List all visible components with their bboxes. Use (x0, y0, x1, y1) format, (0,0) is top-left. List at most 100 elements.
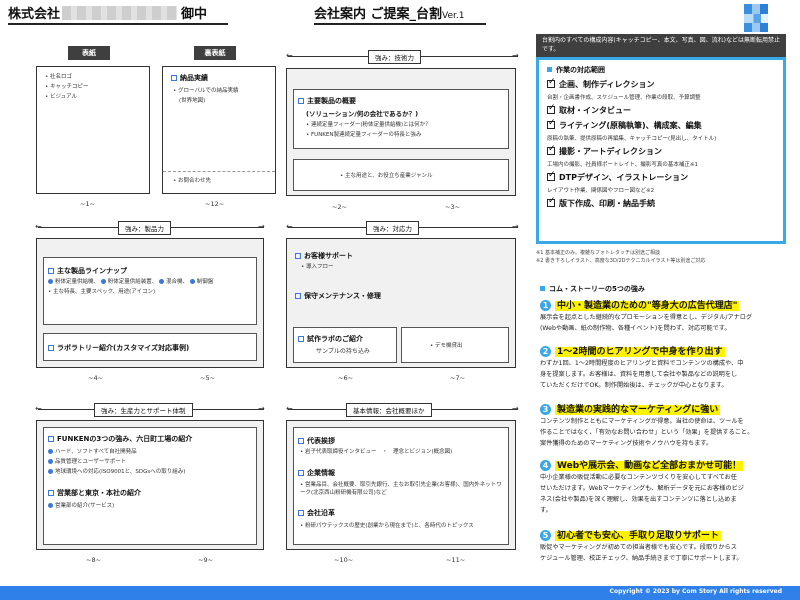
version-label: Ver.1 (442, 11, 465, 21)
checkbox-icon (547, 196, 556, 207)
arrow-left-icon: ← (286, 51, 293, 60)
spread-4: お客様サポート • 導入フロー 保守メンテナンス・修理 試作ラボのご紹介 サンプ… (286, 238, 516, 368)
arrow-left-icon: ← (286, 222, 293, 231)
cover-item: • 社名ロゴ (45, 74, 73, 80)
section-heading: 保守メンテナンス・修理 (295, 291, 381, 301)
list-item: • 営業品目、会社概要、取引先銀行、主なお取引先企業(お客様)、国内外ネットワー… (300, 482, 502, 496)
checkbox-icon (547, 118, 556, 129)
spread-5: FUNKENの3つの強み、六日町工場の紹介 ハード、ソフトすべて自社開発品 品質… (36, 420, 264, 550)
page-number: ~1~ (80, 200, 96, 208)
laboratory-box: ラボラトリー紹介(カスタマイズ対応事例) (43, 333, 257, 361)
back-item: • グローバルでの納品実績 (173, 88, 239, 94)
checkbox-icon (547, 170, 556, 181)
spread-2: 主要製品の概要 (ソリューション/何の会社であるか？) • 連続定量フィーダー(… (286, 68, 516, 196)
page-number: ~10~ (334, 556, 354, 564)
strength-heading: 1 中小・製造業のための"等身大の広告代理店" (540, 298, 740, 311)
strength-heading: 5 初心者でも安心、手取り足取りサポート (540, 528, 722, 541)
title-underline (314, 23, 486, 25)
section-heading: 営業部と東京・本社の紹介 (48, 488, 141, 498)
strength-body: 中小企業様の販促活動に必要なコンテンツづくりを安心してすべてお任 せいただけます。… (540, 474, 744, 514)
redacted-name (62, 6, 178, 20)
page-number: ~8~ (86, 556, 102, 564)
scope-item: 版下作成、印刷・納品手続 (547, 196, 775, 209)
section-heading: 企業情報 (298, 468, 335, 478)
page-number: ~12~ (205, 200, 225, 208)
footnote: ※1 基本補正のみ。複雑なフォトレタッチは別途ご相談 (536, 250, 660, 256)
list-item: 営業部の紹介(サービス) (48, 502, 114, 510)
scope-desc: 原稿の執筆、提供原稿の再編集、キャッチコピー(見出し、タイトル) (547, 136, 717, 142)
page-number: ~3~ (445, 203, 461, 211)
strength-body: 展示会を起点とした継続的なプロモーションを得意とし、デジタル/アナログ (Webや… (540, 314, 753, 332)
arrow-left-icon: ← (286, 404, 293, 413)
section-heading: 主要製品の概要 (298, 96, 356, 106)
section-heading: 試作ラボのご紹介 (298, 334, 363, 344)
footnote: ※2 書き下ろしイラスト、高度な3D/2Dテクニカルイラスト等は別途ご対応 (536, 258, 706, 264)
section-heading: お客様サポート (295, 251, 353, 261)
company-info-box: 代表挨拶 • 岩子代表取締役インタビュー ・ 理念とビジョン(概念図) 企業情報… (293, 427, 509, 545)
list-item: 品質管理とユーザーサポート (48, 458, 126, 466)
product-overview-box: 主要製品の概要 (ソリューション/何の会社であるか？) • 連続定量フィーダー(… (293, 89, 509, 149)
copyright-notice: 台割内のすべての構成内容(キャッチコピー、本文、写真、図、流れ)などは無断転用禁… (536, 34, 786, 58)
page-number: ~7~ (450, 374, 466, 382)
scope-item: 企画、制作ディレクション (547, 77, 775, 90)
arrow-left-icon: ← (35, 222, 42, 231)
scope-item: 取材・インタビュー (547, 103, 775, 116)
list-item: • 主な用途と、お役立ち産業ジャンル (340, 173, 433, 179)
scope-desc: 台割・企画書作成、スケジュール管理、作業の段取、予算調整 (547, 95, 701, 101)
logo-mosaic (744, 4, 768, 32)
scope-title: 作業の対応範囲 (547, 65, 775, 75)
scope-desc: レイアウト作業、関係図やフロー図など※2 (547, 188, 655, 194)
back-contact: • お問合わせ先 (173, 178, 212, 184)
arrow-left-icon: ← (35, 404, 42, 413)
strength-body: わずか1回、1〜2時間程度のヒアリングと資料でコンテンツの構成や、中 身を提案しま… (540, 360, 744, 389)
back-cover-page: 納品実績 • グローバルでの納品実績 (世界地図) • お問合わせ先 (162, 66, 276, 194)
cover-page: • 社名ロゴ • キャッチコピー • ビジュアル (36, 66, 150, 194)
checkbox-icon (547, 144, 556, 155)
title-text: 会社案内 ご提案_台割 (314, 7, 443, 22)
section-heading: 代表挨拶 (298, 436, 335, 446)
arrow-right-icon: → (512, 404, 519, 413)
client-name: 株式会社 御中 (8, 3, 207, 22)
arrow-right-icon: → (258, 404, 265, 413)
spread-6: 代表挨拶 • 岩子代表取締役インタビュー ・ 理念とビジョン(概念図) 企業情報… (286, 420, 516, 550)
page-number: ~5~ (200, 374, 216, 382)
list-item: • 導入フロー (301, 264, 334, 270)
cover-item: • キャッチコピー (45, 84, 89, 90)
header-underline (8, 23, 228, 25)
section-label: 基本情報：会社概要ほか (346, 403, 432, 417)
page-number: ~6~ (338, 374, 354, 382)
section-label: 強み：生産力とサポート体制 (94, 403, 193, 417)
trial-lab-box: 試作ラボのご紹介 サンプルの持ち込み (293, 327, 397, 363)
section-heading: 主な製品ラインナップ (48, 266, 127, 276)
section-heading: FUNKENの3つの強み、六日町工場の紹介 (48, 434, 192, 444)
cover-item: • ビジュアル (45, 94, 77, 100)
scope-item: 撮影・アートディレクション (547, 144, 775, 157)
list-item: • 主な特長、主要スペック、用途(アイコン) (48, 289, 156, 295)
list-item: • 岩子代表取締役インタビュー ・ 理念とビジョン(概念図) (300, 449, 453, 455)
section-label: 強み：技術力 (368, 50, 421, 64)
product-list: 粉体定量供給機、 粉体定量供給装置、 混合機、 制御盤 (48, 278, 213, 286)
section-heading: ラボラトリー紹介(カスタマイズ対応事例) (48, 343, 189, 353)
checkbox-icon (547, 77, 556, 88)
list-item: • 粉研パウテックスの歴史(創業から現在まで)と、各時代のトピックス (300, 523, 474, 529)
section-subheading: (ソリューション/何の会社であるか？) (306, 110, 419, 118)
page-title: 会社案内 ご提案_台割Ver.1 (314, 3, 465, 22)
section-subheading: サンプルの持ち込み (316, 348, 370, 355)
strength-heading: 4 Webや展示会、動画など全部おまかせ可能！ (540, 458, 744, 471)
footer-bar: Copyright © 2023 by Com Story All rights… (0, 586, 800, 600)
arrow-right-icon: → (512, 51, 519, 60)
usage-box: • 主な用途と、お役立ち産業ジャンル (293, 159, 509, 191)
scope-item: ライティング(原稿執筆)、構成案、編集 (547, 118, 775, 131)
list-item: • デモ機貸出 (430, 343, 463, 349)
strength-body: コンテンツ制作とともにマーケティングが得意。当社の使命は、ツールを 作ることではな… (540, 418, 754, 447)
page-number: ~4~ (88, 374, 104, 382)
page-number: ~2~ (332, 203, 348, 211)
lineup-box: 主な製品ラインナップ 粉体定量供給機、 粉体定量供給装置、 混合機、 制御盤 •… (43, 257, 257, 325)
arrow-right-icon: → (258, 222, 265, 231)
scope-item: DTPデザイン、イラストレーション (547, 170, 775, 183)
page-number: ~9~ (198, 556, 214, 564)
arrow-right-icon: → (512, 222, 519, 231)
section-label: 強み：対応力 (366, 221, 419, 235)
spread-3: 主な製品ラインナップ 粉体定量供給機、 粉体定量供給装置、 混合機、 制御盤 •… (36, 238, 264, 368)
demo-box: • デモ機貸出 (401, 327, 509, 363)
